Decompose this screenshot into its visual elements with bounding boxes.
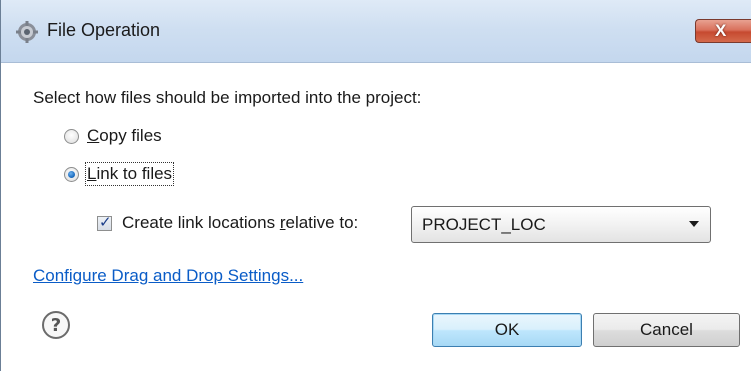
close-button[interactable]: X [695,19,751,43]
link-to-files-label: Link to files [84,162,175,186]
window-title: File Operation [47,20,161,40]
import-prompt: Select how files should be imported into… [33,88,422,107]
title-bar[interactable]: File Operation X [1,0,751,63]
copy-files-label: Copy files [87,126,162,145]
chevron-down-icon [689,221,699,227]
file-operation-dialog: File Operation X Select how files should… [0,0,751,371]
copy-files-radio[interactable] [64,128,79,144]
question-mark-icon[interactable]: ? [41,310,71,340]
copy-files-option[interactable]: Copy files [64,126,162,146]
relative-location-value: PROJECT_LOC [422,215,546,234]
dialog-content: Select how files should be imported into… [1,63,751,371]
drag-drop-settings-link[interactable]: Configure Drag and Drop Settings... [33,266,303,286]
relative-location-select[interactable]: PROJECT_LOC [411,206,711,243]
cancel-button[interactable]: Cancel [593,313,740,347]
eclipse-gear-icon [16,21,38,43]
relative-link-label: Create link locations relative to: [122,213,359,232]
link-to-files-option[interactable]: Link to files [64,162,175,186]
relative-link-checkbox[interactable]: ✓ [97,213,112,231]
svg-text:?: ? [51,315,61,336]
checkmark-icon: ✓ [99,213,112,231]
close-icon: X [715,21,727,40]
ok-button[interactable]: OK [432,313,582,347]
link-to-files-radio[interactable] [64,166,79,182]
relative-link-option[interactable]: ✓ Create link locations relative to: [97,213,358,233]
